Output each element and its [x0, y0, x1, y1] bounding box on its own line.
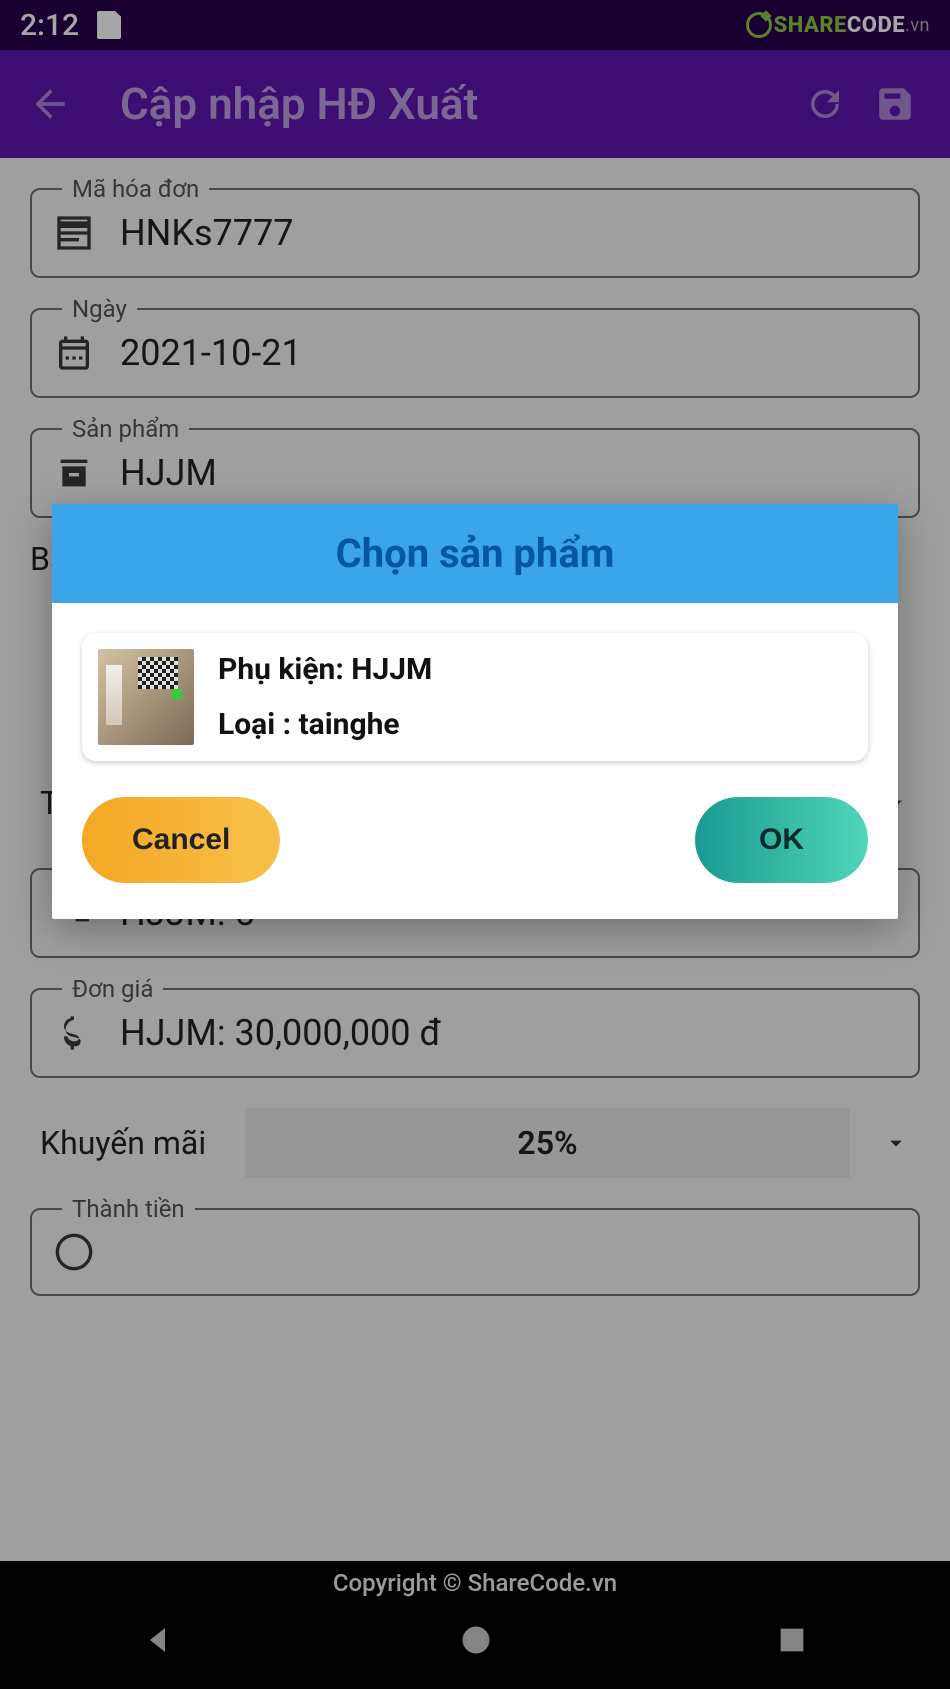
- product-accessory: Phụ kiện: HJJM: [218, 652, 432, 687]
- cancel-button[interactable]: Cancel: [82, 797, 280, 883]
- modal-title: Chọn sản phẩm: [52, 530, 898, 577]
- product-item[interactable]: Phụ kiện: HJJM Loại : tainghe: [82, 633, 868, 761]
- product-modal: Chọn sản phẩm Phụ kiện: HJJM Loại : tain…: [52, 504, 898, 919]
- ok-button[interactable]: OK: [695, 797, 868, 883]
- product-thumbnail: [98, 649, 194, 745]
- product-type: Loại : tainghe: [218, 707, 432, 742]
- modal-header: Chọn sản phẩm: [52, 504, 898, 603]
